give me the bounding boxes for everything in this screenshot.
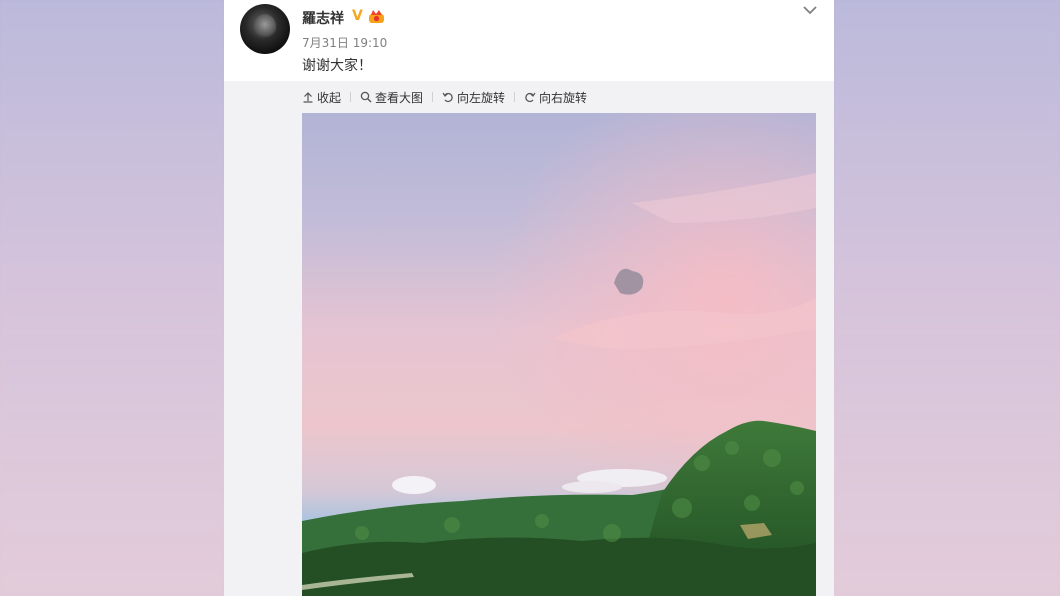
- view-large-button[interactable]: 查看大图: [360, 89, 423, 106]
- media-expanded-area: 收起 查看大图 向左旋转 向右旋转: [224, 81, 834, 596]
- chevron-down-icon[interactable]: [800, 2, 820, 18]
- collapse-label: 收起: [317, 90, 342, 105]
- avatar[interactable]: [240, 4, 290, 54]
- separator: [432, 92, 434, 102]
- separator: [514, 92, 516, 102]
- background-left-blur: [0, 0, 224, 596]
- post-photo[interactable]: [302, 113, 816, 596]
- magnifier-icon: [360, 91, 372, 103]
- rotate-left-button[interactable]: 向左旋转: [442, 89, 505, 106]
- weibo-post-card: 羅志祥 V 7月31日 19:10 谢谢大家！ 收起 查看大图 向左旋转 向右旋…: [224, 0, 834, 596]
- rotate-left-label: 向左旋转: [457, 90, 506, 105]
- verified-badge: V: [352, 8, 363, 24]
- rotate-right-button[interactable]: 向右旋转: [524, 89, 587, 106]
- view-large-label: 查看大图: [375, 90, 424, 105]
- crown-icon: [369, 10, 384, 23]
- rotate-left-icon: [442, 92, 453, 103]
- background-right-blur: [834, 0, 1060, 596]
- rotate-right-icon: [525, 92, 536, 103]
- rotate-right-label: 向右旋转: [539, 90, 588, 105]
- post-text: 谢谢大家！: [302, 58, 372, 74]
- post-time[interactable]: 7月31日 19:10: [302, 34, 387, 51]
- collapse-icon: [303, 92, 313, 103]
- user-name[interactable]: 羅志祥: [302, 8, 344, 28]
- media-toolbar: 收起 查看大图 向左旋转 向右旋转: [302, 89, 587, 105]
- separator: [350, 92, 352, 102]
- collapse-button[interactable]: 收起: [302, 89, 341, 106]
